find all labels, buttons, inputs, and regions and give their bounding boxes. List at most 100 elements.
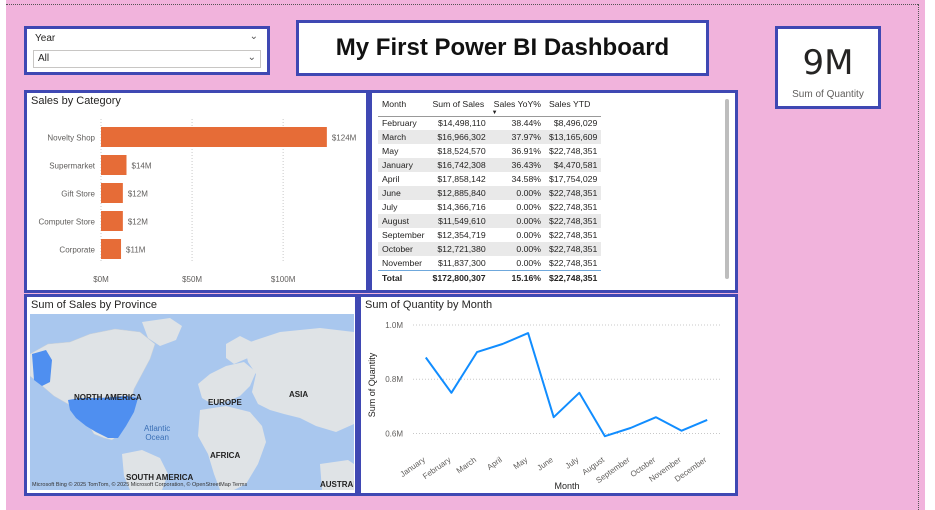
year-dropdown[interactable]: All ⌄ xyxy=(33,50,261,68)
map-label-atlantic-ocean: Atlantic Ocean xyxy=(144,424,170,442)
cell: 36.43% xyxy=(489,158,545,172)
y-tick-label: 0.8M xyxy=(385,375,403,384)
data-label: $11M xyxy=(126,246,146,255)
cell: $13,165,609 xyxy=(545,130,602,144)
cell: $18,524,570 xyxy=(437,146,486,156)
map-title: Sum of Sales by Province xyxy=(31,299,157,311)
table-row[interactable]: August $11,549,610 0.00% $22,748,351 xyxy=(378,214,602,228)
cell: $12,885,840 xyxy=(428,186,490,200)
map-label-australia: AUSTRAL xyxy=(320,480,354,489)
cell: $11,837,300 xyxy=(437,257,486,268)
table-total-row: Total $172,800,307 15.16% $22,748,351 xyxy=(378,269,602,286)
cell: $22,748,351 xyxy=(545,269,602,286)
table-row[interactable]: May $18,524,570 36.91% $22,748,351 xyxy=(378,144,601,158)
cell: $12,354,719 xyxy=(437,230,486,240)
cell: $17,754,029 xyxy=(549,174,598,184)
sort-desc-icon[interactable]: ▼ xyxy=(492,110,498,116)
category-label: Corporate xyxy=(59,246,95,255)
bar-novelty-shop xyxy=(101,127,327,147)
y-tick-label: 0.6M xyxy=(385,429,403,438)
kpi-label: Sum of Quantity xyxy=(792,89,864,100)
cell: July xyxy=(382,202,398,212)
cell: June xyxy=(378,186,429,200)
table-row[interactable]: July $14,366,716 0.00% $22,748,351 xyxy=(378,200,601,214)
sales-by-province-map-visual[interactable]: Sum of Sales by Province NORTH AMERICA E… xyxy=(24,294,358,496)
table-row[interactable]: June $12,885,840 0.00% $22,748,351 xyxy=(378,186,602,200)
map-label-north-america: NORTH AMERICA xyxy=(74,393,142,402)
page-title: My First Power BI Dashboard xyxy=(335,34,670,61)
table-scrollbar[interactable] xyxy=(725,99,729,279)
cell: $22,748,351 xyxy=(545,242,602,256)
kpi-card[interactable]: 9M Sum of Quantity xyxy=(775,26,881,109)
x-tick-label: $50M xyxy=(182,275,202,284)
table-row[interactable]: March $16,966,302 37.97% $13,165,609 xyxy=(378,130,602,144)
kpi-value: 9M xyxy=(802,43,854,83)
sales-table[interactable]: Month Sum of Sales Sales YoY% ▼ Sales YTD… xyxy=(378,99,602,286)
series-line-sum-of-quantity xyxy=(424,332,708,438)
category-label: Gift Store xyxy=(61,190,95,199)
table-row[interactable]: September $12,354,719 0.00% $22,748,351 xyxy=(378,228,601,242)
map-label-africa: AFRICA xyxy=(210,451,241,460)
slicer-title: Year xyxy=(35,33,56,44)
cell: $12,721,380 xyxy=(428,242,490,256)
sales-by-category-visual[interactable]: Sales by Category $0M $50M $100M Novelty Sh… xyxy=(24,90,369,293)
cell: $22,748,351 xyxy=(549,257,598,268)
cell: $17,858,142 xyxy=(437,174,486,184)
cell: $16,966,302 xyxy=(428,130,490,144)
line-chart[interactable]: 0.6M0.8M1.0MJanuaryFebruary March April May… xyxy=(361,297,735,493)
table-row[interactable]: January $16,742,308 36.43% $4,470,581 xyxy=(378,158,602,172)
map-label-asia: ASIA xyxy=(289,390,309,399)
table-row[interactable]: April $17,858,142 34.58% $17,754,029 xyxy=(378,172,601,186)
col-month[interactable]: Month xyxy=(378,99,429,116)
map-label-europe: EUROPE xyxy=(208,398,242,407)
cell: 0.00% xyxy=(516,202,541,212)
x-axis-title: Month xyxy=(554,481,579,491)
chevron-down-icon[interactable]: ⌄ xyxy=(248,52,256,63)
cell: Total xyxy=(378,269,429,286)
cell: 0.00% xyxy=(489,242,545,256)
sales-table-visual[interactable]: Month Sum of Sales Sales YoY% ▼ Sales YTD… xyxy=(369,90,738,293)
cell: 37.97% xyxy=(489,130,545,144)
quantity-by-month-visual[interactable]: Sum of Quantity by Month 0.6M 0.8M 1.0M Jan… xyxy=(358,294,738,496)
col-sum-of-sales[interactable]: Sum of Sales xyxy=(429,99,490,116)
x-tick-label: March xyxy=(455,455,478,475)
year-slicer[interactable]: Year ⌄ All ⌄ xyxy=(24,26,270,75)
x-tick-label: June xyxy=(535,455,555,473)
collapse-chevron-icon[interactable]: ⌄ xyxy=(250,31,258,42)
map-canvas[interactable]: NORTH AMERICA EUROPE ASIA AFRICA SOUTH A… xyxy=(30,314,354,490)
canvas-guide-top xyxy=(6,4,918,5)
cell: 0.00% xyxy=(516,230,541,240)
canvas-guide-right xyxy=(918,4,919,510)
y-tick-label: 1.0M xyxy=(385,321,403,330)
col-sales-yoy[interactable]: Sales YoY% ▼ xyxy=(490,99,545,116)
x-tick-label: April xyxy=(485,455,503,472)
cell: January xyxy=(378,158,429,172)
cell: $14,366,716 xyxy=(437,202,486,212)
cell: September xyxy=(382,230,425,240)
data-label: $124M xyxy=(332,134,357,143)
cell: $11,549,610 xyxy=(428,214,490,228)
ocean-line-2: Ocean xyxy=(145,433,169,442)
data-label: $12M xyxy=(128,190,148,199)
cell: May xyxy=(382,146,399,156)
cell: 0.00% xyxy=(516,257,541,268)
col-sales-yoy-label: Sales YoY% xyxy=(493,99,541,109)
map-attribution[interactable]: Microsoft Bing © 2025 TomTom, © 2025 Mic… xyxy=(32,482,247,488)
cell: $22,748,351 xyxy=(545,186,602,200)
world-map-land xyxy=(30,318,354,490)
col-sales-ytd[interactable]: Sales YTD xyxy=(545,99,601,116)
x-tick-label: July xyxy=(564,455,581,471)
bar-computer-store xyxy=(101,211,123,231)
cell: 15.16% xyxy=(489,269,545,286)
bar-chart[interactable]: $0M $50M $100M Novelty Shop $124M Supermarket… xyxy=(27,93,366,290)
cell: $172,800,307 xyxy=(428,269,490,286)
table-row[interactable]: February $14,498,110 38.44% $8,496,029 xyxy=(378,115,602,130)
x-tick-label: $100M xyxy=(271,275,296,284)
table-row[interactable]: October $12,721,380 0.00% $22,748,351 xyxy=(378,242,602,256)
cell: November xyxy=(382,257,423,268)
table-row[interactable]: November $11,837,300 0.00% $22,748,351 xyxy=(378,256,601,270)
data-label: $14M xyxy=(132,162,152,171)
category-label: Novelty Shop xyxy=(47,134,95,143)
year-dropdown-value: All xyxy=(38,53,50,64)
cell: $14,498,110 xyxy=(428,115,490,130)
